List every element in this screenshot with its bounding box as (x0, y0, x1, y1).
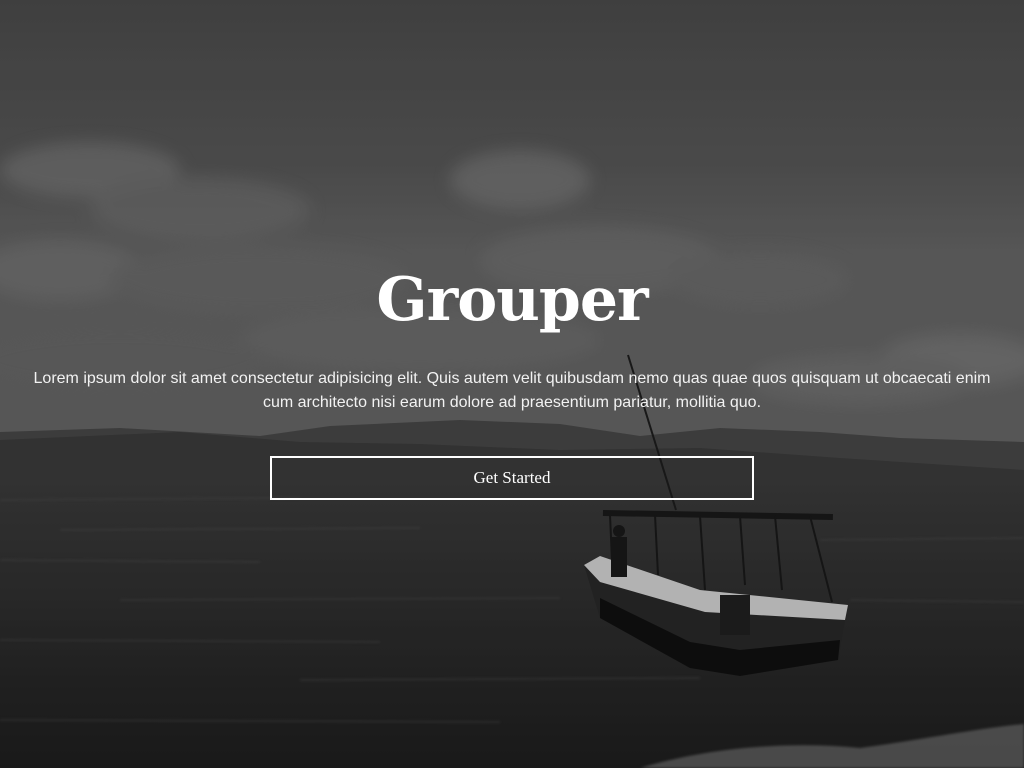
hero-content: Grouper Lorem ipsum dolor sit amet conse… (0, 0, 1024, 768)
hero-description: Lorem ipsum dolor sit amet consectetur a… (33, 370, 991, 411)
hero-title: Grouper (376, 265, 648, 335)
hero-section: Grouper Lorem ipsum dolor sit amet conse… (0, 0, 1024, 768)
get-started-button[interactable]: Get Started (270, 456, 754, 500)
